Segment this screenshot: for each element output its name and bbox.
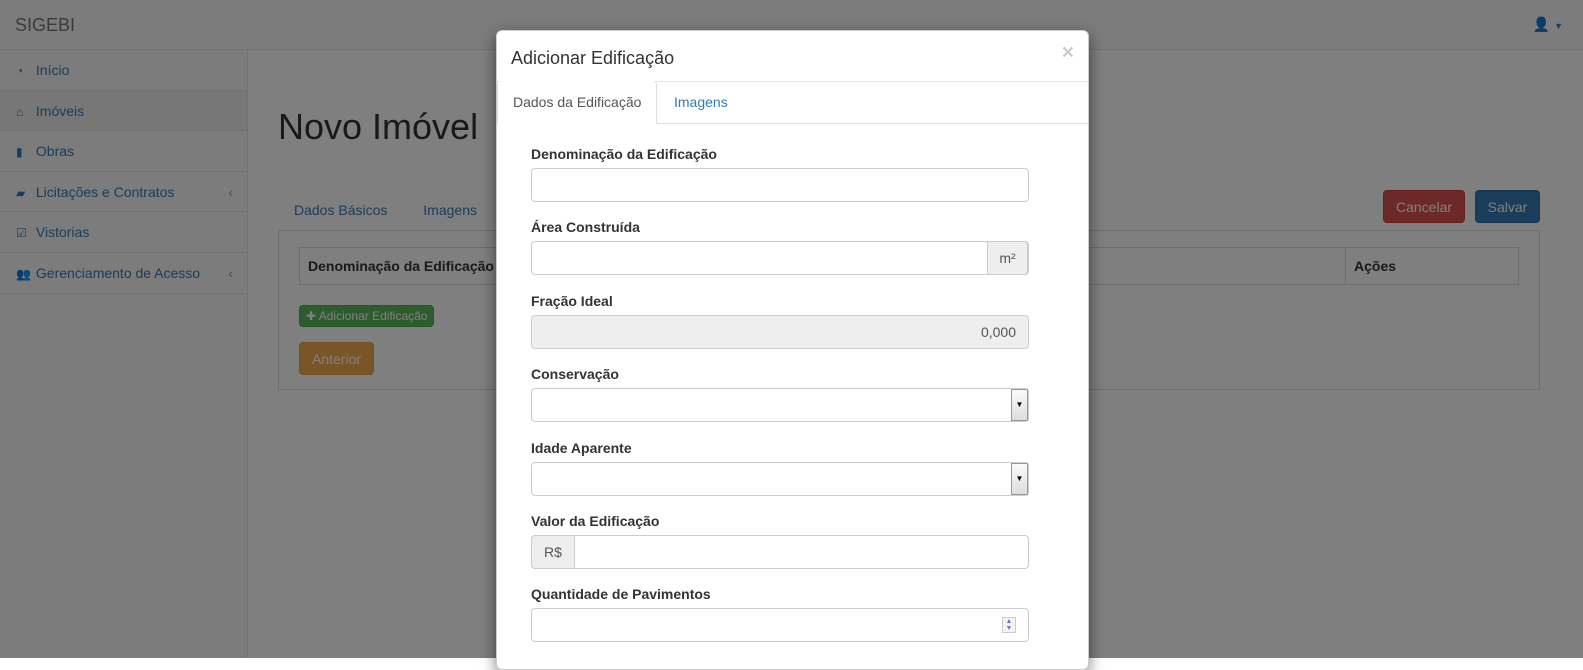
pavimentos-label: Quantidade de Pavimentos [531,586,711,603]
field-group-fracao: Fração Ideal 0,000 [531,290,1029,363]
modal-header: Adicionar Edificação × [497,31,1088,82]
idade-select[interactable]: ▼ [531,461,1029,496]
valor-label: Valor da Edificação [531,512,660,529]
field-group-pavimentos: Quantidade de Pavimentos ▲ ▼ [531,583,1029,656]
chevron-down-icon[interactable]: ▼ [1011,462,1028,495]
modal-tabs: Dados da Edificação Imagens [497,81,1088,124]
idade-label: Idade Aparente [531,439,632,456]
denominacao-label: Denominação da Edificação [531,146,717,162]
pavimentos-input[interactable]: ▲ ▼ [531,608,1029,643]
field-group-idade: Idade Aparente ▼ [531,437,1029,510]
fracao-input: 0,000 [531,314,1029,349]
tab-dados-edificacao[interactable]: Dados da Edificação [497,81,658,124]
close-icon[interactable]: × [1062,42,1074,63]
number-spinner-icon[interactable]: ▲ ▼ [1002,617,1016,634]
conservacao-select[interactable]: ▼ [531,388,1029,423]
currency-addon: R$ [531,534,575,569]
area-label: Área Construída [531,219,640,236]
area-input[interactable]: m² [531,241,1029,276]
field-group-valor: Valor da Edificação R$ [531,510,1029,583]
add-edificacao-modal: Adicionar Edificação × Dados da Edificaç… [496,30,1089,670]
field-group-area: Área Construída m² [531,216,1029,289]
field-group-denominacao: Denominação da Edificação [531,143,1029,216]
chevron-down-icon[interactable]: ▼ [1011,389,1028,422]
edificacao-form: Denominação da Edificação Área Construíd… [531,143,1029,657]
fracao-label: Fração Ideal [531,292,613,309]
field-group-conservacao: Conservação ▼ [531,363,1029,436]
denominacao-input[interactable] [531,168,1029,202]
modal-title: Adicionar Edificação [511,48,675,68]
tab-imagens-edificacao[interactable]: Imagens [659,81,743,123]
valor-input[interactable]: R$ [531,534,1029,569]
conservacao-label: Conservação [531,366,619,383]
area-unit-addon: m² [987,241,1028,276]
